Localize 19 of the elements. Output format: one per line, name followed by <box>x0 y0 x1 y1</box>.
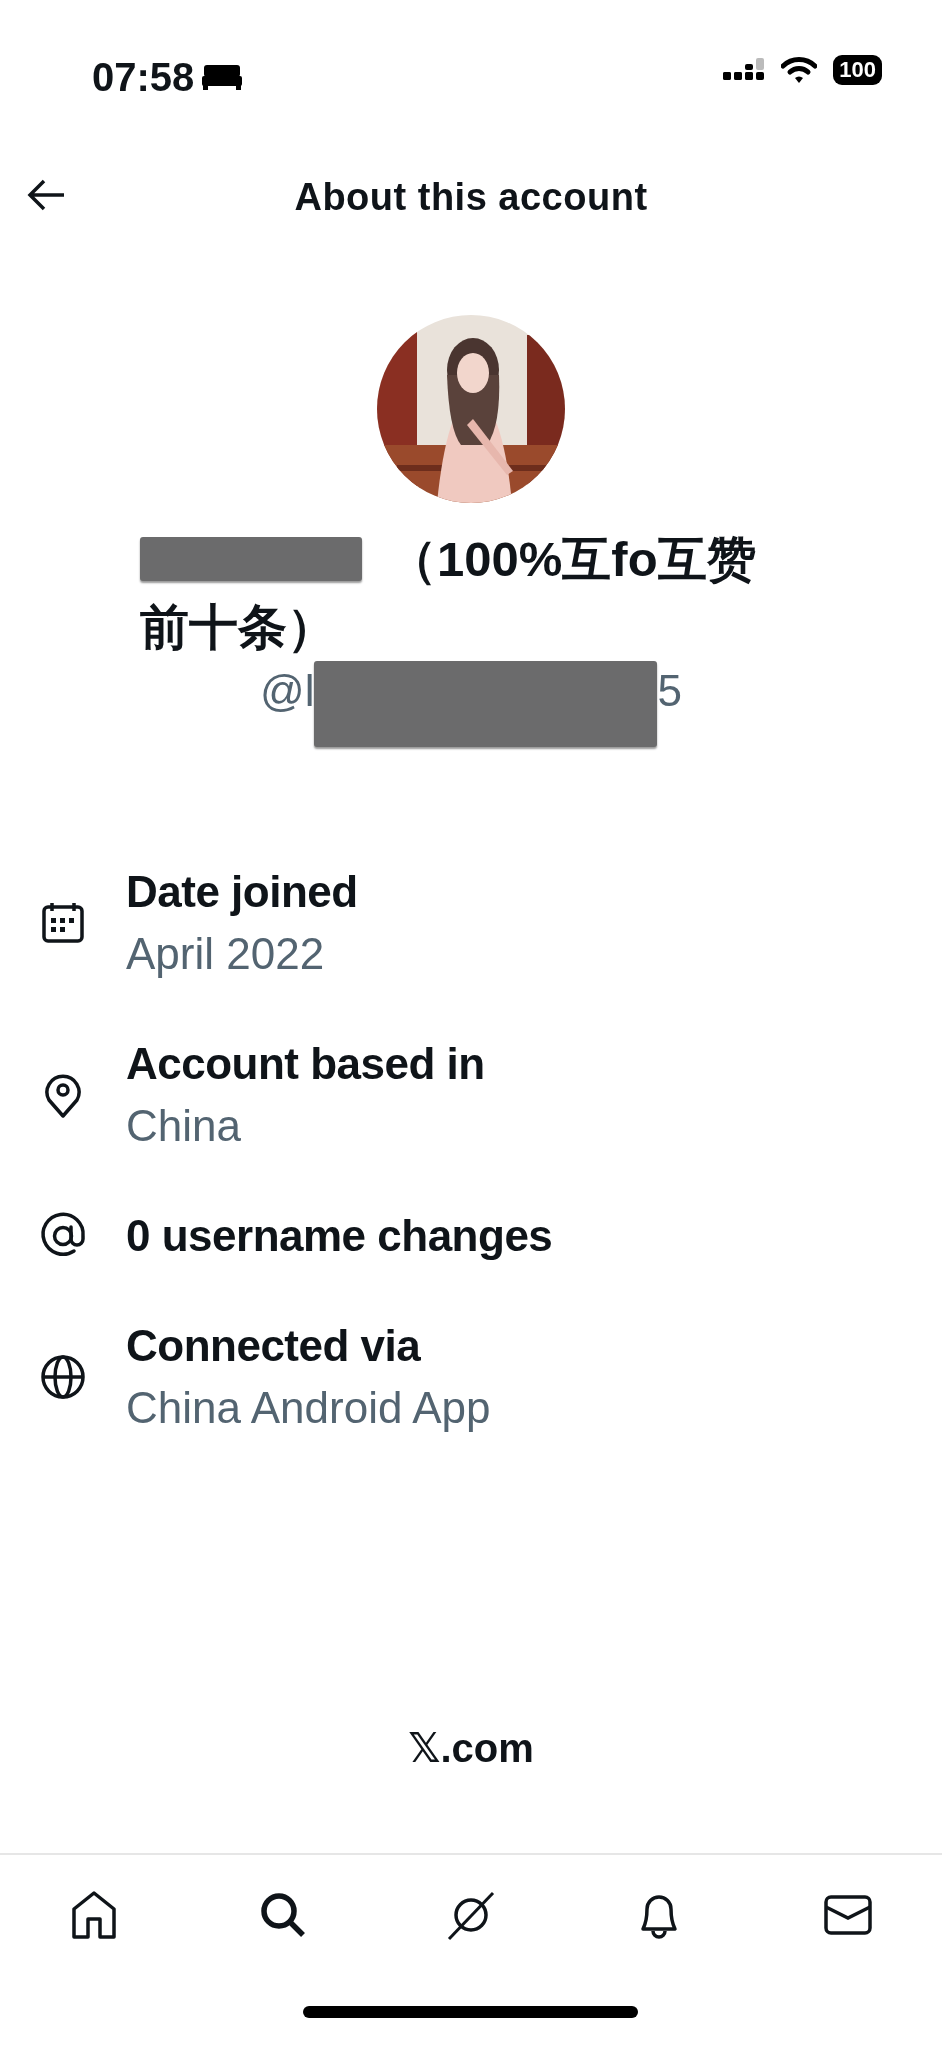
globe-icon <box>38 1352 88 1402</box>
wifi-icon <box>781 56 818 84</box>
signal-icon <box>723 58 766 82</box>
detail-label: Connected via <box>126 1320 422 1372</box>
page-title: About this account <box>294 174 648 220</box>
detail-label: Date joined <box>126 866 358 918</box>
detail-label: 0 username changes <box>126 1210 553 1262</box>
battery-indicator: 100 <box>833 55 882 85</box>
bed-icon <box>202 63 243 91</box>
display-name: 前十条） <box>140 600 336 654</box>
site-name: 𝕏.com <box>408 1726 534 1770</box>
username-handle: @l <box>260 665 315 717</box>
display-name: （100%互fo互赞 <box>388 531 756 588</box>
detail-value: China <box>126 1100 242 1152</box>
clock-time: 07:58 <box>92 55 195 99</box>
detail-value: China Android App <box>126 1382 491 1434</box>
detail-label: Account based in <box>126 1038 485 1090</box>
detail-value: April 2022 <box>126 928 326 980</box>
username-handle: 5 <box>657 665 682 717</box>
